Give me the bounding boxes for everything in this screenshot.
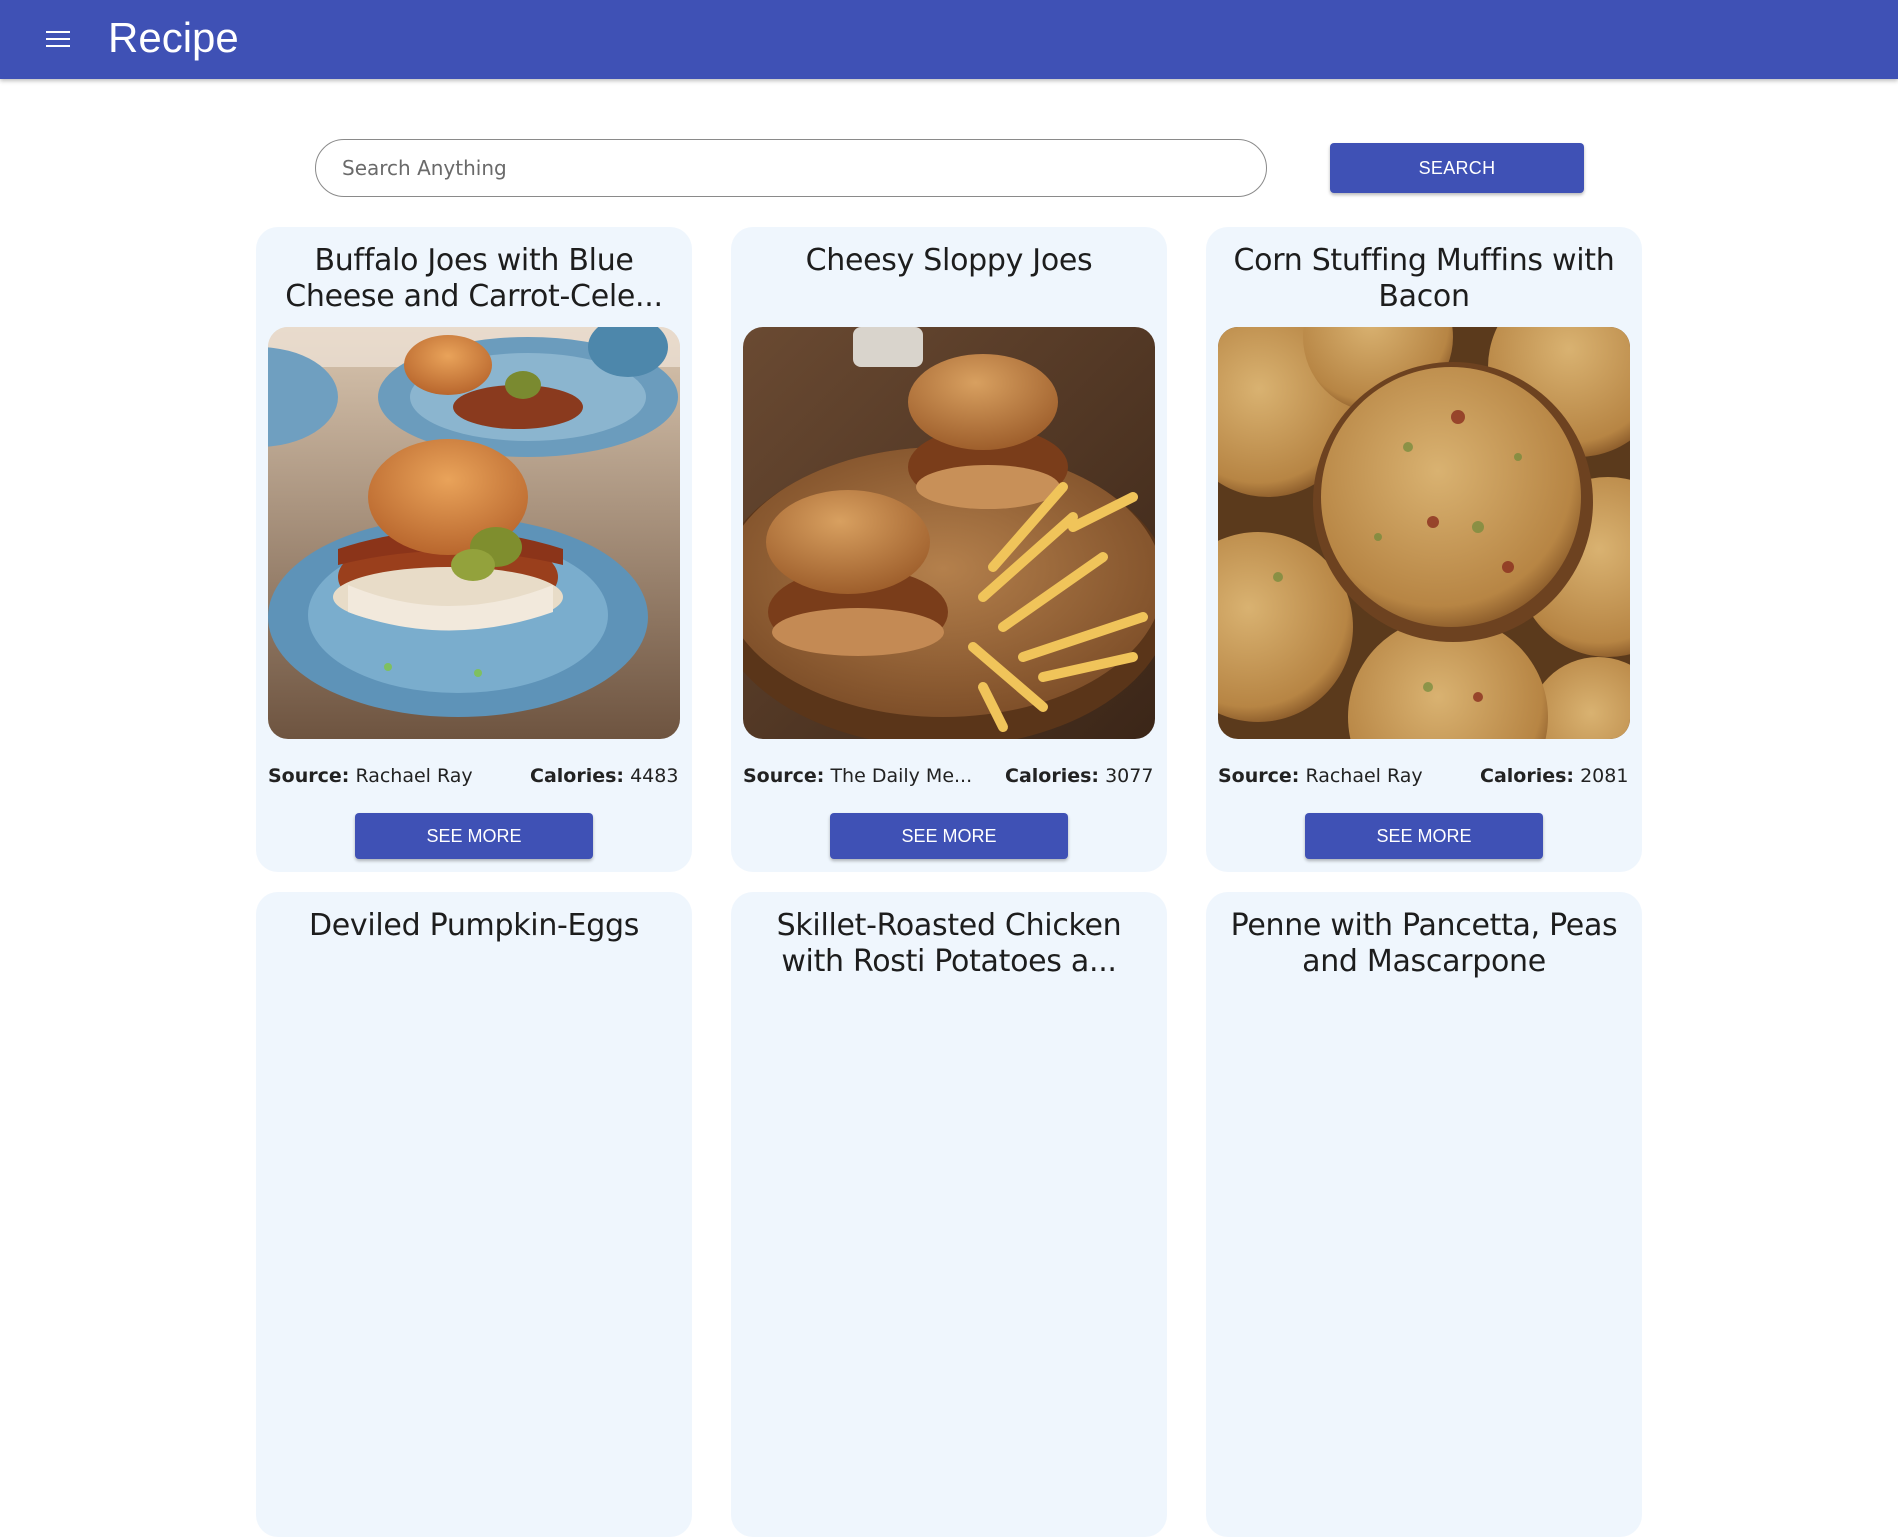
source-value: Rachael Ray (1305, 765, 1423, 787)
see-more-button[interactable]: SEE MORE (355, 813, 593, 859)
recipe-source: Source: Rachael Ray (1218, 765, 1423, 787)
calories-label: Calories: (1480, 765, 1575, 787)
sloppy-joes-fries-photo (743, 327, 1155, 739)
recipe-image (1218, 327, 1630, 739)
recipe-card: Corn Stuffing Muffins with Bacon Source:… (1206, 227, 1642, 872)
source-value: Rachael Ray (355, 765, 473, 787)
source-value: The Daily Me... (830, 765, 973, 787)
recipe-calories: Calories: 2081 (1480, 765, 1628, 787)
menu-icon (46, 30, 70, 48)
source-label: Source: (1218, 765, 1300, 787)
recipe-card: Skillet-Roasted Chicken with Rosti Potat… (731, 892, 1167, 1537)
recipe-source: Source: The Daily Me... (743, 765, 972, 787)
menu-button[interactable] (36, 20, 80, 58)
see-more-button[interactable]: SEE MORE (830, 813, 1068, 859)
recipe-title: Deviled Pumpkin-Eggs (308, 908, 640, 943)
source-label: Source: (268, 765, 350, 787)
recipe-calories: Calories: 4483 (530, 765, 678, 787)
recipe-image (743, 327, 1155, 739)
recipe-title: Cheesy Sloppy Joes (805, 243, 1093, 278)
app-bar: Recipe (0, 0, 1898, 79)
calories-value: 3077 (1105, 765, 1154, 787)
calories-label: Calories: (1005, 765, 1100, 787)
recipe-title: Corn Stuffing Muffins with Bacon (1233, 243, 1615, 314)
see-more-button[interactable]: SEE MORE (1305, 813, 1543, 859)
recipe-calories: Calories: 3077 (1005, 765, 1153, 787)
calories-value: 4483 (630, 765, 679, 787)
search-button[interactable]: SEARCH (1330, 143, 1584, 193)
recipe-image (268, 327, 680, 739)
calories-label: Calories: (530, 765, 625, 787)
recipe-title: Buffalo Joes with Blue Cheese and Carrot… (285, 243, 663, 314)
recipe-card: Buffalo Joes with Blue Cheese and Carrot… (256, 227, 692, 872)
source-label: Source: (743, 765, 825, 787)
recipe-title: Skillet-Roasted Chicken with Rosti Potat… (776, 908, 1122, 979)
app-title: Recipe (108, 14, 239, 61)
recipe-card: Cheesy Sloppy Joes Source: The Daily Me.… (731, 227, 1167, 872)
recipe-title: Penne with Pancetta, Peas and Mascarpone (1230, 908, 1618, 979)
calories-value: 2081 (1580, 765, 1629, 787)
muffins-photo (1218, 327, 1630, 739)
search-input[interactable] (315, 139, 1267, 197)
recipe-card: Deviled Pumpkin-Eggs (256, 892, 692, 1537)
recipe-card: Penne with Pancetta, Peas and Mascarpone (1206, 892, 1642, 1537)
sloppy-joe-plate-photo (268, 327, 680, 739)
recipe-source: Source: Rachael Ray (268, 765, 473, 787)
